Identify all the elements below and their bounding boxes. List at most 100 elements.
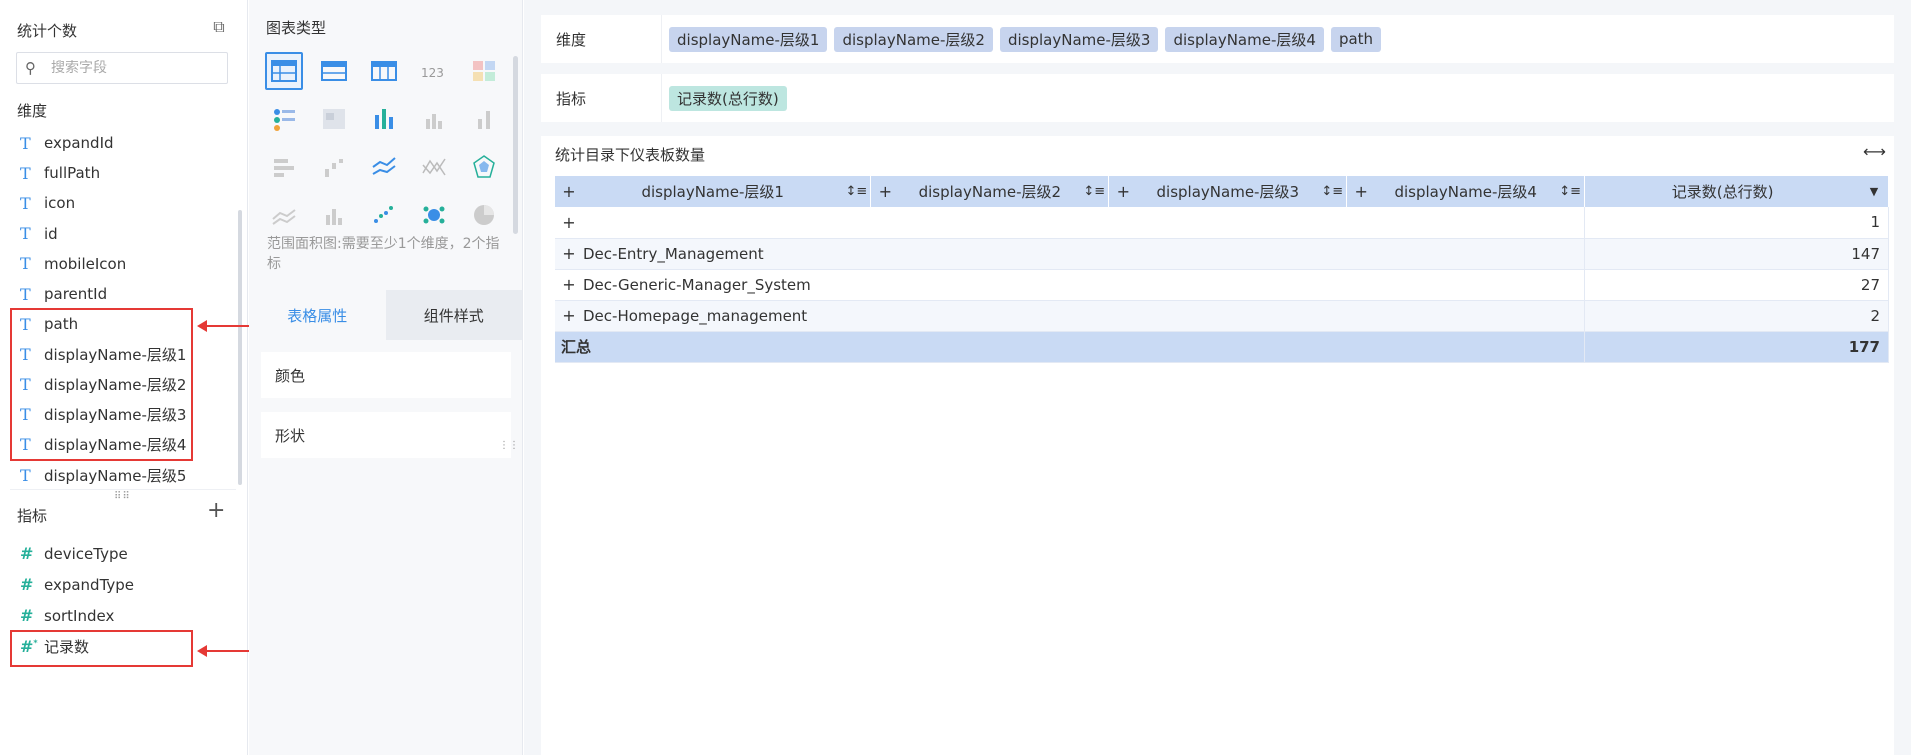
dimension-pill[interactable]: path — [1330, 26, 1382, 52]
dimension-pill[interactable]: displayName-层级1 — [669, 26, 828, 52]
cross-table-icon[interactable] — [365, 52, 403, 90]
field-label: mobileIcon — [44, 254, 127, 273]
line-chart-icon[interactable] — [365, 148, 403, 186]
bar-chart-icon[interactable] — [415, 100, 453, 138]
field-list-scrollbar[interactable] — [238, 210, 242, 485]
dimension-field[interactable]: Ticon — [0, 188, 240, 218]
search-icon: ⚲ — [25, 59, 36, 77]
field-label: icon — [44, 194, 76, 213]
range-line-icon[interactable] — [415, 148, 453, 186]
heatmap-icon[interactable] — [315, 100, 353, 138]
dimension-pill[interactable]: displayName-层级3 — [999, 26, 1159, 52]
panel-resize-grip-icon[interactable]: ⋮⋮ — [499, 440, 519, 451]
detail-table-icon[interactable] — [315, 52, 353, 90]
metric-field[interactable]: # deviceType — [0, 538, 240, 569]
expand-panel-icon[interactable]: ⧉ — [209, 17, 229, 37]
metric-field[interactable]: # sortIndex — [0, 600, 240, 631]
dimension-field[interactable]: Tid — [0, 219, 240, 249]
chart-config-panel: 图表类型 123 范围面积图:需要至少1个维度，2个指标 表格属性 组件样式 颜… — [249, 0, 523, 755]
sort-icon[interactable]: ↕≡ — [1556, 184, 1584, 199]
tab-table-properties[interactable]: 表格属性 — [249, 290, 386, 340]
expand-icon[interactable]: + — [555, 213, 583, 232]
dimension-field[interactable]: TfullPath — [0, 158, 240, 188]
dimension-pill[interactable]: displayName-层级4 — [1165, 26, 1324, 52]
field-panel: 统计个数 ⧉ ⚲ 维度 TexpandId TfullPath Ticon Ti… — [0, 0, 248, 755]
expand-icon[interactable]: + — [555, 306, 583, 325]
area-chart-icon[interactable] — [265, 196, 303, 234]
dimension-field[interactable]: TparentId — [0, 279, 240, 309]
chart-type-scrollbar[interactable] — [513, 56, 518, 234]
chart-canvas-area: 维度 displayName-层级1 displayName-层级2 displ… — [524, 0, 1911, 755]
expand-icon[interactable]: + — [871, 182, 899, 201]
waterfall-icon[interactable] — [315, 148, 353, 186]
dimension-highlight-box — [10, 308, 193, 461]
table-chart-icon[interactable] — [265, 52, 303, 90]
scatter-chart-icon[interactable] — [365, 196, 403, 234]
search-input[interactable] — [51, 60, 221, 76]
dimension-pill[interactable]: displayName-层级2 — [834, 26, 993, 52]
stacked-bar-icon[interactable] — [265, 148, 303, 186]
resize-grip-icon[interactable]: ⠿⠿ — [114, 491, 131, 502]
dimension-field[interactable]: TmobileIcon — [0, 249, 240, 279]
sort-icon[interactable]: ↕≡ — [1318, 184, 1346, 199]
expand-icon[interactable]: + — [555, 275, 583, 294]
dimension-shelf-label: 维度 — [541, 15, 662, 63]
metric-pill[interactable]: 记录数(总行数) — [669, 85, 787, 111]
table-header-row: + displayName-层级1 ↕≡ + displayName-层级2 ↕≡ + d… — [555, 176, 1889, 207]
sort-icon[interactable]: ↕≡ — [842, 184, 870, 199]
kpi-number-icon[interactable]: 123 — [415, 52, 453, 90]
table-row: + Dec-Homepage_management 2 — [555, 300, 1889, 332]
expand-icon[interactable]: + — [1347, 182, 1375, 201]
field-label: displayName-层级5 — [44, 466, 187, 485]
table-row: + Dec-Generic-Manager_System 27 — [555, 269, 1889, 301]
radar-chart-icon[interactable] — [465, 148, 503, 186]
text-type-icon: T — [20, 133, 31, 153]
progress-chart-icon[interactable] — [265, 100, 303, 138]
header-cell[interactable]: + displayName-层级3 ↕≡ — [1108, 176, 1348, 207]
shape-property[interactable]: 形状 — [261, 412, 511, 458]
dimension-field[interactable]: TexpandId — [0, 128, 240, 158]
sort-icon[interactable]: ↕≡ — [1080, 184, 1108, 199]
expand-icon[interactable]: + — [555, 182, 583, 201]
expand-icon[interactable]: + — [555, 244, 583, 263]
header-label: displayName-层级4 — [1394, 183, 1537, 201]
table-row: + 1 — [555, 207, 1889, 239]
row-label-cell: + — [555, 207, 1586, 239]
row-label: Dec-Entry_Management — [583, 244, 764, 263]
table-component: 统计目录下仪表板数量 ⟷ + displayName-层级1 ↕≡ + display… — [541, 136, 1894, 755]
header-label: displayName-层级3 — [1156, 183, 1300, 201]
add-metric-button[interactable]: + — [207, 500, 225, 522]
column-chart-icon[interactable] — [465, 100, 503, 138]
expand-icon[interactable]: + — [1109, 182, 1137, 201]
text-type-icon: T — [20, 284, 31, 304]
row-label-cell: + Dec-Entry_Management — [555, 238, 1586, 270]
grouped-bar-icon[interactable] — [365, 100, 403, 138]
kpi-card-icon[interactable] — [465, 52, 503, 90]
header-label: displayName-层级2 — [918, 183, 1062, 201]
histogram-icon[interactable] — [315, 196, 353, 234]
text-type-icon: T — [20, 254, 31, 274]
dropdown-caret-icon[interactable]: ▼ — [1860, 185, 1888, 198]
field-search[interactable]: ⚲ — [16, 52, 228, 84]
dimension-field[interactable]: TdisplayName-层级5 — [0, 460, 240, 490]
bubble-chart-icon[interactable] — [415, 196, 453, 234]
total-row: 汇总 177 — [555, 331, 1889, 363]
fit-width-icon[interactable]: ⟷ — [1863, 142, 1886, 161]
field-label: expandId — [44, 134, 114, 153]
config-tabs: 表格属性 组件样式 — [249, 290, 522, 340]
text-type-icon: T — [20, 224, 31, 244]
value-cell: 1 — [1584, 207, 1889, 239]
text-type-icon: T — [20, 163, 31, 183]
tab-component-style[interactable]: 组件样式 — [385, 290, 522, 340]
dimension-section-title: 维度 — [17, 102, 48, 120]
header-cell[interactable]: + displayName-层级2 ↕≡ — [870, 176, 1110, 207]
header-cell[interactable]: + displayName-层级1 ↕≡ — [555, 176, 872, 207]
color-property[interactable]: 颜色 — [261, 352, 511, 398]
header-cell[interactable]: 记录数(总行数) ▼ — [1584, 176, 1889, 207]
annotation-arrow — [197, 320, 253, 332]
pie-chart-icon[interactable] — [465, 196, 503, 234]
metric-field[interactable]: # expandType — [0, 569, 240, 600]
number-type-icon: # — [20, 575, 34, 594]
header-cell[interactable]: + displayName-层级4 ↕≡ — [1346, 176, 1586, 207]
field-label: id — [44, 224, 58, 243]
